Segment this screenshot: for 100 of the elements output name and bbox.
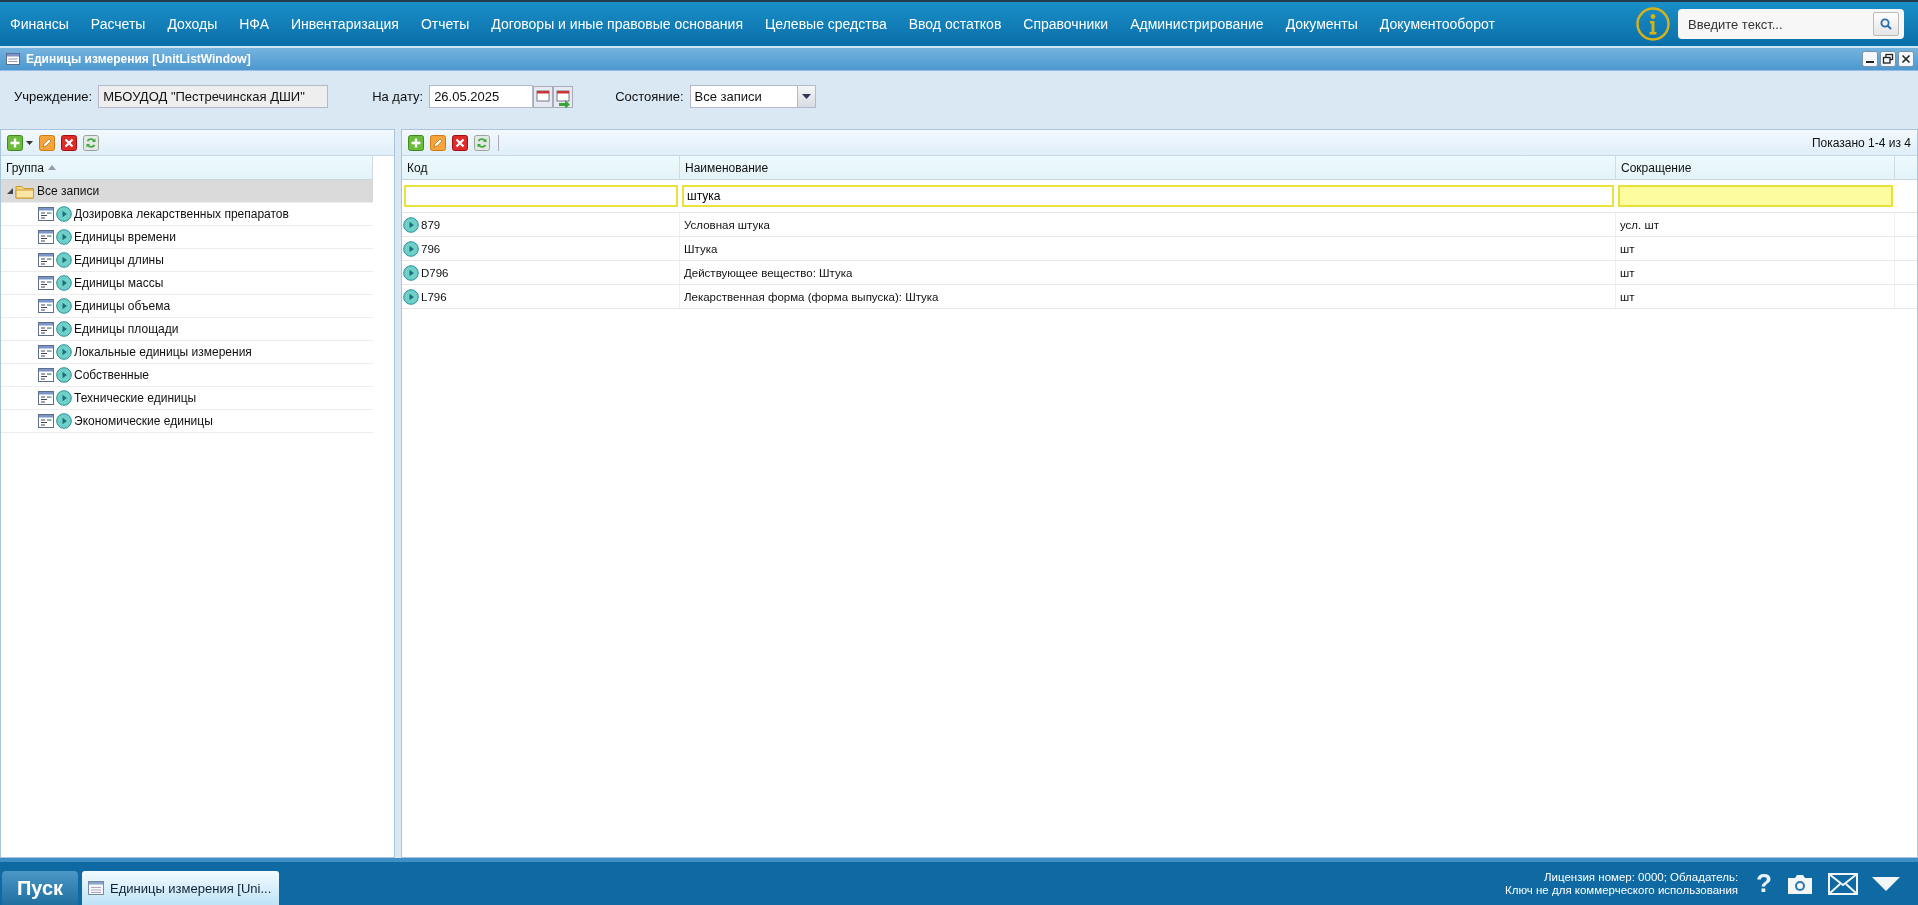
tree-item[interactable]: Локальные единицы измерения: [1, 341, 373, 364]
play-circle-icon: [56, 252, 72, 268]
dropdown-caret-icon[interactable]: [26, 140, 33, 145]
play-circle-icon: [56, 321, 72, 337]
form-icon: [38, 253, 54, 267]
taskbar-button[interactable]: Единицы измерения [Uni...: [82, 871, 280, 905]
filter-field[interactable]: [1618, 185, 1893, 207]
calendar-icon[interactable]: [533, 85, 554, 108]
form-icon: [38, 230, 54, 244]
restore-icon[interactable]: [1880, 51, 1896, 67]
close-icon[interactable]: [1898, 51, 1914, 67]
refresh-icon[interactable]: [474, 134, 490, 151]
play-circle-icon: [56, 229, 72, 245]
window-icon: [6, 53, 20, 65]
search-field[interactable]: Введите текст...: [1678, 9, 1868, 39]
table-cell: шт: [1616, 285, 1895, 308]
folder-icon: [15, 183, 35, 199]
field-label: Учреждение:: [14, 89, 93, 104]
play-circle-icon: [56, 344, 72, 360]
play-circle-icon: [403, 288, 419, 305]
play-circle-icon: [403, 264, 419, 281]
menu-item[interactable]: Ввод остатков: [908, 16, 1002, 32]
caret-icon: [801, 94, 811, 99]
tree-item[interactable]: Технические единицы: [1, 387, 373, 410]
tree-item[interactable]: Единицы площади: [1, 318, 373, 341]
menu-item[interactable]: Инвентаризация: [291, 16, 399, 32]
play-circle-icon: [403, 240, 419, 257]
form-icon: [38, 207, 54, 221]
table-cell: Условная штука: [680, 213, 1616, 236]
table-cell: Штука: [680, 237, 1616, 260]
menu-item[interactable]: Расчеты: [90, 16, 146, 32]
add-icon[interactable]: [408, 134, 424, 151]
field-label: Состояние:: [615, 89, 684, 104]
info-icon[interactable]: [1636, 7, 1670, 41]
pencil-icon[interactable]: [39, 134, 55, 151]
minimize-icon[interactable]: [1862, 51, 1878, 67]
table-cell: 796: [421, 242, 441, 255]
form-icon: [38, 414, 54, 428]
delete-icon[interactable]: [452, 134, 468, 151]
play-circle-icon: [56, 275, 72, 291]
column-header[interactable]: Наименование: [680, 156, 1616, 179]
license-text: Ключ не для коммерческого использования: [1505, 883, 1739, 897]
help-button[interactable]: ?: [1756, 868, 1772, 899]
filter-field[interactable]: штука: [682, 185, 1614, 207]
column-header[interactable]: Сокращение: [1616, 156, 1895, 179]
play-circle-icon: [56, 367, 72, 383]
state-dropdown[interactable]: Все записи: [689, 85, 816, 108]
license-text: Лицензия номер: 0000; Обладатель:: [1544, 870, 1739, 884]
date-field[interactable]: 26.05.2025: [429, 85, 534, 108]
form-icon: [38, 345, 54, 359]
mail-icon[interactable]: [1828, 872, 1858, 895]
menu-item[interactable]: Договоры и иные правовые основания: [491, 16, 743, 32]
menu-item[interactable]: Администрирование: [1130, 16, 1264, 32]
field-label: На дату:: [372, 89, 424, 104]
table-cell: D796: [421, 266, 449, 279]
record-count: Показано 1-4 из 4: [1811, 135, 1911, 150]
tree-item[interactable]: Единицы длины: [1, 249, 373, 272]
window-icon: [88, 881, 104, 895]
menu-item[interactable]: Документооборот: [1379, 16, 1495, 32]
play-circle-icon: [56, 298, 72, 314]
column-header[interactable]: Код: [402, 156, 680, 179]
filter-field[interactable]: [404, 185, 678, 207]
menu-item[interactable]: Финансы: [10, 16, 69, 32]
institution-field[interactable]: МБОУДОД "Пестречинская ДШИ": [98, 85, 329, 108]
table-cell: шт: [1616, 237, 1895, 260]
start-button[interactable]: Пуск: [2, 871, 78, 905]
menu-item[interactable]: Доходы: [167, 16, 218, 32]
menu-item[interactable]: НФА: [239, 16, 269, 32]
tree-item[interactable]: Единицы времени: [1, 226, 373, 249]
search-icon: [1880, 18, 1892, 30]
table-cell: 879: [421, 218, 441, 231]
add-icon[interactable]: [7, 134, 23, 151]
play-circle-icon: [56, 413, 72, 429]
tree-item[interactable]: Экономические единицы: [1, 410, 373, 433]
camera-icon[interactable]: [1786, 872, 1814, 895]
form-icon: [38, 322, 54, 336]
tree-item[interactable]: Все записи: [1, 180, 373, 203]
menu-item[interactable]: Справочники: [1023, 16, 1109, 32]
search-button[interactable]: [1868, 9, 1904, 39]
table-cell: L796: [421, 290, 447, 303]
menu-item[interactable]: Целевые средства: [765, 16, 887, 32]
table-cell: Лекарственная форма (форма выпуска): Штука: [680, 285, 1616, 308]
tree-item[interactable]: Дозировка лекарственных препаратов: [1, 203, 373, 226]
form-icon: [38, 391, 54, 405]
tree-item[interactable]: Собственные: [1, 364, 373, 387]
form-icon: [38, 368, 54, 382]
expander-triangle-icon[interactable]: [7, 188, 13, 194]
table-cell: усл. шт: [1616, 213, 1895, 236]
pencil-icon[interactable]: [430, 134, 446, 151]
refresh-icon[interactable]: [83, 134, 99, 151]
menu-item[interactable]: Документы: [1285, 16, 1358, 32]
delete-icon[interactable]: [61, 134, 77, 151]
menu-item[interactable]: Отчеты: [420, 16, 470, 32]
caret-down-icon[interactable]: [1872, 876, 1900, 891]
tree-item[interactable]: Единицы объема: [1, 295, 373, 318]
tree-item[interactable]: Единицы массы: [1, 272, 373, 295]
play-circle-icon: [56, 390, 72, 406]
play-circle-icon: [403, 216, 419, 233]
table-cell: Действующее вещество: Штука: [680, 261, 1616, 284]
column-header[interactable]: Группа: [1, 156, 373, 179]
